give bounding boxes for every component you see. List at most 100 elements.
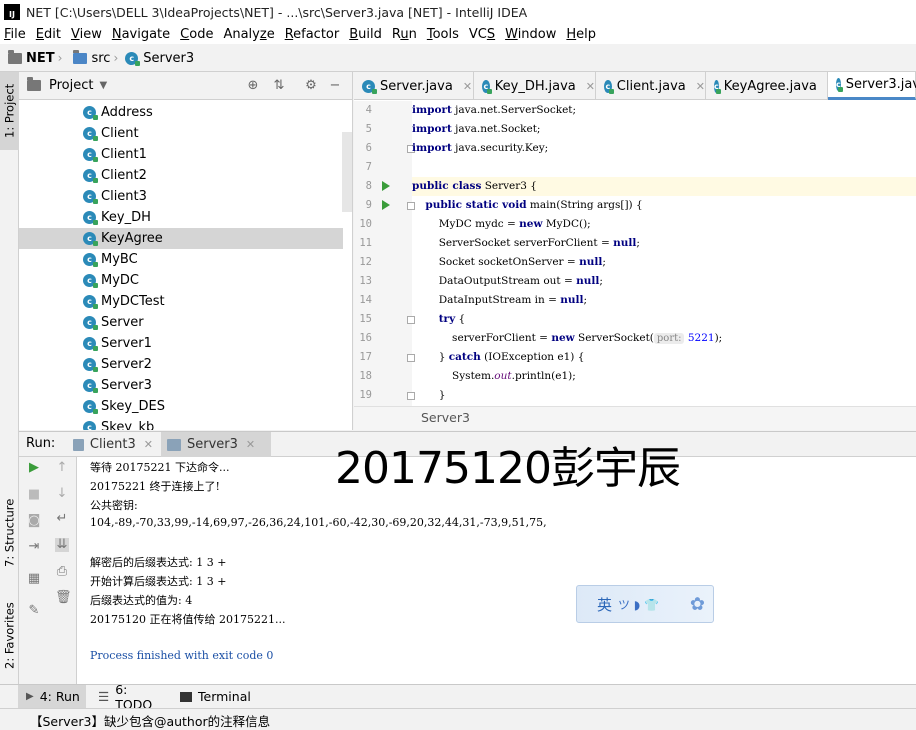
line-number: 8 xyxy=(365,180,372,192)
tree-item-client3[interactable]: c Client3 xyxy=(19,186,343,207)
menu-edit[interactable]: Edit xyxy=(32,27,67,42)
tree-item-server[interactable]: c Server xyxy=(19,312,343,333)
settings-gear-icon[interactable]: ⚙ xyxy=(303,78,319,94)
left-tool-strip: 1: Project 7: Structure 2: Favorites xyxy=(0,72,19,684)
code-line: public static void main(String args[]) { xyxy=(425,199,643,211)
nav-file[interactable]: Server3 xyxy=(143,51,194,66)
tree-item-mydctest[interactable]: c MyDCTest xyxy=(19,291,343,312)
menu-analyze[interactable]: Analyze xyxy=(219,27,280,42)
tree-item-keyagree[interactable]: c KeyAgree xyxy=(19,228,343,249)
tree-item-mydc[interactable]: c MyDC xyxy=(19,270,343,291)
menu-window[interactable]: Window xyxy=(501,27,562,42)
run-tool-tab[interactable]: ▶ 4: Run xyxy=(18,685,86,708)
run-gutter-icon[interactable] xyxy=(382,181,390,191)
code-area[interactable]: import java.net.ServerSocket; import jav… xyxy=(412,101,916,406)
run-tab-server3[interactable]: Server3 ✕ xyxy=(161,432,271,457)
ime-status-icons[interactable]: ツ ◗ 👕 xyxy=(618,596,659,613)
run-label: Run: xyxy=(26,436,56,451)
tree-item-server2[interactable]: c Server2 xyxy=(19,354,343,375)
menu-view[interactable]: View xyxy=(67,27,108,42)
structure-tool-tab[interactable]: 7: Structure xyxy=(0,492,19,574)
class-icon: c xyxy=(714,79,721,94)
favorites-tool-tab[interactable]: 2: Favorites xyxy=(0,592,19,680)
editor-tab-server3[interactable]: cServer3.java xyxy=(828,72,916,100)
close-icon[interactable]: ✕ xyxy=(463,80,472,93)
menu-run[interactable]: Run xyxy=(388,27,423,42)
close-icon[interactable]: ✕ xyxy=(144,438,153,451)
play-icon: ▶ xyxy=(26,691,34,702)
close-icon[interactable]: ✕ xyxy=(246,438,255,451)
rerun-icon[interactable]: ▶ xyxy=(27,461,41,475)
tree-item-label: Server3 xyxy=(101,378,152,393)
tree-item-client[interactable]: c Client xyxy=(19,123,343,144)
editor-tab-keyagree[interactable]: cKeyAgree.java✕ xyxy=(706,72,836,100)
dropdown-icon[interactable]: ▼ xyxy=(99,80,107,91)
layout-icon[interactable]: ▦ xyxy=(27,572,41,586)
console-icon xyxy=(73,438,84,451)
menu-tools[interactable]: Tools xyxy=(423,27,465,42)
tree-item-address[interactable]: c Address xyxy=(19,102,343,123)
line-number: 10 xyxy=(359,218,372,230)
menu-file[interactable]: File xyxy=(0,27,32,42)
tree-item-client1[interactable]: c Client1 xyxy=(19,144,343,165)
soft-wrap-icon[interactable]: ↵ xyxy=(55,512,69,526)
trash-icon[interactable]: 🗑 xyxy=(55,591,72,605)
class-icon: c xyxy=(83,253,98,267)
nav-project[interactable]: NET xyxy=(26,51,55,66)
tree-item-server1[interactable]: c Server1 xyxy=(19,333,343,354)
ime-mode-label[interactable]: 英 xyxy=(597,594,612,615)
menu-vcs[interactable]: VCS xyxy=(465,27,501,42)
project-panel-title[interactable]: Project xyxy=(49,78,93,93)
menu-navigate[interactable]: Navigate xyxy=(108,27,176,42)
console-line: 后缀表达式的值为: 4 xyxy=(90,594,193,607)
run-tab-client3[interactable]: Client3 ✕ xyxy=(69,432,153,457)
class-icon: c xyxy=(83,106,98,120)
menu-build[interactable]: Build xyxy=(345,27,388,42)
project-tool-tab[interactable]: 1: Project xyxy=(0,72,19,150)
up-arrow-icon[interactable]: ↑ xyxy=(55,461,69,475)
tree-item-skey_des[interactable]: c Skey_DES xyxy=(19,396,343,417)
collapse-all-icon[interactable]: ⇅ xyxy=(271,78,287,94)
ime-toolbar[interactable]: 英 ツ ◗ 👕 ✿ xyxy=(576,585,714,623)
editor-tab-key_dh[interactable]: c Key_DH.java ✕ xyxy=(474,72,596,100)
code-line: import java.net.Socket; xyxy=(412,123,541,135)
terminal-icon xyxy=(180,691,192,702)
login-icon[interactable]: ⇥ xyxy=(27,540,41,554)
editor-tab-server[interactable]: c Server.java ✕ xyxy=(354,72,474,100)
run-gutter-icon[interactable] xyxy=(382,200,390,210)
locate-icon[interactable]: ⊕ xyxy=(245,78,261,94)
tree-item-label: Skey_kb xyxy=(101,420,155,430)
line-number: 14 xyxy=(359,294,372,306)
class-icon: c xyxy=(83,295,98,309)
down-arrow-icon[interactable]: ↓ xyxy=(55,487,69,501)
scroll-to-end-icon[interactable]: ⇊ xyxy=(55,538,69,552)
print-icon[interactable]: ⎙ xyxy=(55,565,69,579)
class-icon: c xyxy=(482,79,492,94)
tree-item-skey_kb[interactable]: c Skey_kb xyxy=(19,417,343,430)
editor-tab-client[interactable]: c Client.java ✕ xyxy=(596,72,706,100)
project-scrollbar[interactable] xyxy=(342,132,352,212)
stop-icon[interactable]: ■ xyxy=(27,488,41,502)
todo-tool-tab[interactable]: ☰ 6: TODO xyxy=(94,682,168,712)
pin-icon[interactable]: ✎ xyxy=(27,604,41,618)
class-icon: c xyxy=(83,148,98,162)
project-panel: Project ▼ ⊕ ⇅ ⚙ − c Address c Client c Client… xyxy=(19,72,353,430)
line-number: 11 xyxy=(359,237,372,249)
tree-item-client2[interactable]: c Client2 xyxy=(19,165,343,186)
close-icon[interactable]: ✕ xyxy=(586,80,595,93)
nav-folder[interactable]: src xyxy=(91,51,110,66)
tree-item-key_dh[interactable]: c Key_DH xyxy=(19,207,343,228)
tree-item-mybc[interactable]: c MyBC xyxy=(19,249,343,270)
menu-code[interactable]: Code xyxy=(176,27,219,42)
console-line: 开始计算后缀表达式: 1 3 + xyxy=(90,575,227,588)
camera-icon[interactable]: ◙ xyxy=(27,514,41,528)
tree-item-server3[interactable]: c Server3 xyxy=(19,375,343,396)
terminal-tool-tab[interactable]: Terminal xyxy=(176,685,266,708)
close-icon[interactable]: ✕ xyxy=(696,80,705,93)
editor-breadcrumb[interactable]: Server3 xyxy=(354,406,916,430)
menu-refactor[interactable]: Refactor xyxy=(281,27,346,42)
hide-icon[interactable]: − xyxy=(327,78,343,94)
editor-tab-label: Server3.java xyxy=(845,77,916,92)
project-panel-header: Project ▼ ⊕ ⇅ ⚙ − xyxy=(19,72,352,100)
menu-help[interactable]: Help xyxy=(562,27,602,42)
